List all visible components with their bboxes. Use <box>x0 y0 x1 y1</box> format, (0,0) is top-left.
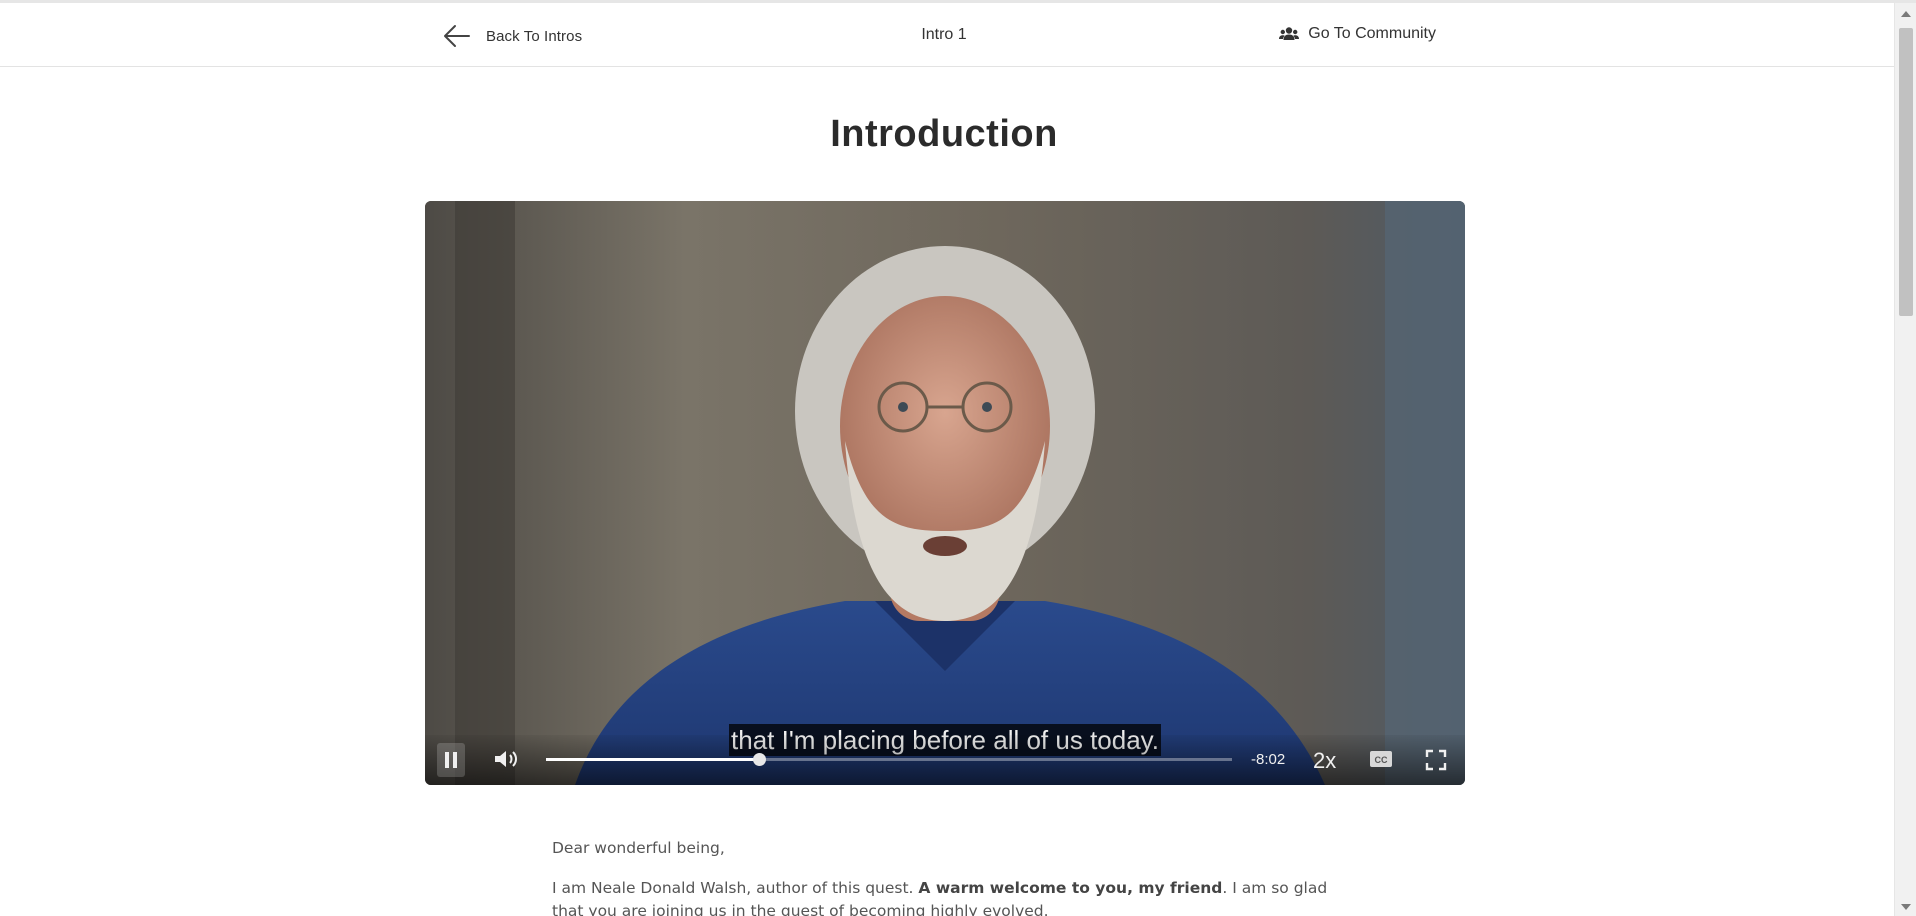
volume-button[interactable] <box>493 748 519 770</box>
closed-captions-icon: CC <box>1370 751 1392 767</box>
page-title: Introduction <box>830 113 1058 155</box>
greeting: Dear wonderful being, <box>552 839 725 857</box>
video-progress-thumb[interactable] <box>752 753 766 766</box>
video-progress-fill <box>546 758 759 761</box>
svg-text:CC: CC <box>1375 755 1388 765</box>
page-viewport: Back To Intros Intro 1 Go To Community I… <box>0 3 1894 916</box>
volume-icon <box>495 751 517 767</box>
fullscreen-icon <box>1425 749 1447 771</box>
intro-title: Intro 1 <box>921 26 967 43</box>
video-progress-bar[interactable] <box>546 753 1232 766</box>
captions-button[interactable]: CC <box>1369 749 1393 769</box>
welcome-emphasis: A warm welcome to you, my friend <box>918 879 1223 897</box>
intro-letter: Dear wonderful being, I am Neale Donald … <box>552 837 1342 916</box>
scroll-up-arrow[interactable] <box>1901 11 1911 17</box>
playback-speed-button[interactable]: 2x <box>1313 748 1336 774</box>
time-remaining: -8:02 <box>1251 751 1286 768</box>
video-frame <box>425 201 1465 785</box>
scrollbar-thumb[interactable] <box>1899 28 1913 316</box>
pause-icon <box>445 752 457 768</box>
paragraph-text-start: I am Neale Donald Walsh, author of this … <box>552 879 919 897</box>
video-player[interactable]: that I'm placing before all of us today. <box>425 201 1465 785</box>
intro-paragraph: I am Neale Donald Walsh, author of this … <box>552 877 1342 916</box>
users-icon <box>1279 27 1300 40</box>
page-scrollbar[interactable] <box>1894 3 1916 916</box>
fullscreen-button[interactable] <box>1425 749 1447 771</box>
pause-button[interactable] <box>437 743 465 777</box>
go-to-community-link[interactable]: Go To Community <box>1279 25 1436 43</box>
top-nav-bar: Back To Intros Intro 1 Go To Community <box>0 3 1894 67</box>
video-controls: -8:02 2x CC <box>425 735 1465 785</box>
go-to-community-label: Go To Community <box>1308 25 1436 42</box>
scroll-down-arrow[interactable] <box>1901 904 1911 910</box>
